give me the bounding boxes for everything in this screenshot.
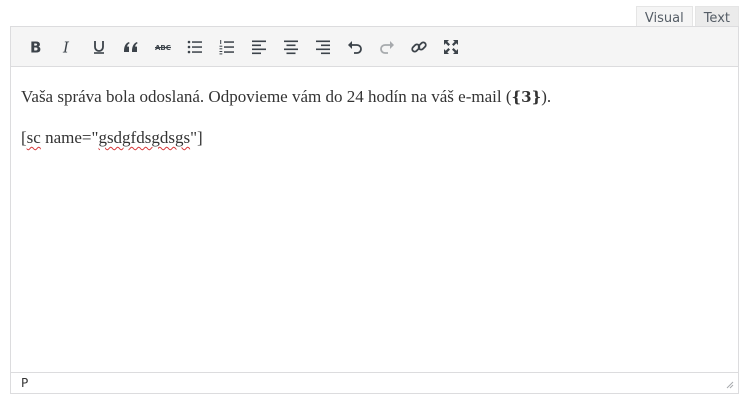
- italic-glyph: I: [62, 38, 70, 56]
- align-right-icon: [316, 40, 330, 54]
- editor-statusbar: P: [11, 372, 738, 393]
- blockquote-icon: [124, 41, 138, 52]
- link-icon: [411, 41, 427, 52]
- message-text: Vaša správa bola odoslaná. Odpovieme vám…: [21, 87, 512, 106]
- shortcode-tag: sc: [26, 128, 41, 147]
- fullscreen-button[interactable]: [435, 32, 467, 62]
- email-placeholder-tag: {3}: [511, 88, 542, 106]
- blockquote-button[interactable]: [115, 32, 147, 62]
- bold-icon: B: [30, 38, 41, 56]
- align-center-icon: [284, 40, 298, 54]
- redo-icon: [380, 40, 394, 54]
- italic-button[interactable]: I: [51, 32, 83, 62]
- rich-text-editor: B I ABC: [10, 26, 739, 394]
- undo-icon: [348, 40, 362, 54]
- tab-text[interactable]: Text: [694, 6, 739, 27]
- bold-button[interactable]: B: [19, 32, 51, 62]
- tab-visual[interactable]: Visual: [635, 6, 693, 27]
- shortcode-paragraph: [sc name="gsdgfdsgdsgs"]: [21, 127, 728, 149]
- redo-button[interactable]: [371, 32, 403, 62]
- strikethrough-icon: ABC: [155, 44, 171, 52]
- bullet-list-icon: [187, 40, 202, 53]
- element-path[interactable]: P: [21, 376, 28, 390]
- shortcode-close: "]: [190, 128, 203, 147]
- underline-button[interactable]: [83, 32, 115, 62]
- editor-toolbar: B I ABC: [11, 27, 738, 67]
- underline-icon: [94, 40, 104, 54]
- align-left-icon: [252, 40, 266, 54]
- shortcode-attr: name=": [40, 128, 99, 147]
- insert-link-button[interactable]: [403, 32, 435, 62]
- shortcode-name-value: gsdgfdsgdsgs: [98, 128, 191, 147]
- italic-icon: I: [62, 38, 70, 56]
- resize-handle-icon[interactable]: [726, 381, 734, 389]
- numbered-list-button[interactable]: [211, 32, 243, 62]
- bold-glyph: B: [30, 38, 41, 56]
- align-left-button[interactable]: [243, 32, 275, 62]
- bullet-list-button[interactable]: [179, 32, 211, 62]
- numbered-list-icon: [219, 39, 234, 54]
- align-right-button[interactable]: [307, 32, 339, 62]
- message-text-end: ).: [541, 87, 552, 106]
- align-center-button[interactable]: [275, 32, 307, 62]
- message-paragraph: Vaša správa bola odoslaná. Odpovieme vám…: [21, 86, 728, 108]
- strikethrough-button[interactable]: ABC: [147, 32, 179, 62]
- editor-tabs: Visual Text: [635, 6, 739, 27]
- undo-button[interactable]: [339, 32, 371, 62]
- fullscreen-icon: [444, 39, 458, 54]
- editor-content[interactable]: Vaša správa bola odoslaná. Odpovieme vám…: [11, 67, 738, 372]
